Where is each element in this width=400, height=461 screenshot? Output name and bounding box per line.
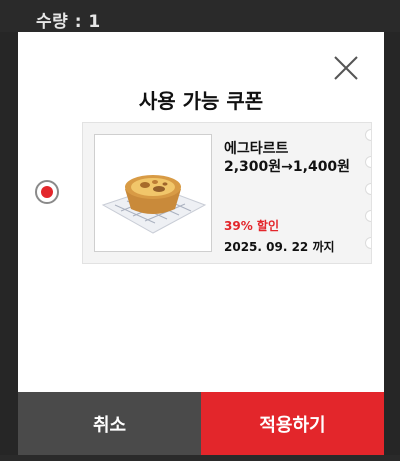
coupon-price: 2,300원→1,400원 [224,159,351,175]
overlay-edge-bottom [0,455,400,461]
coupon-discount: 39% 할인 [224,219,279,233]
coupon-modal: 사용 가능 쿠폰 에그타르트 2,300원→1,400원 39% 할인 2025… [18,32,384,455]
overlay-edge-right [384,32,400,461]
coupon-notch [365,129,371,141]
modal-title: 사용 가능 쿠폰 [138,89,264,113]
coupon-name: 에그타르트 [224,141,289,157]
coupon-notch [365,210,371,222]
radio-selected-dot [41,186,53,198]
apply-button[interactable]: 적용하기 [201,392,384,455]
quantity-label: 수량 : 1 [36,12,101,32]
cancel-button[interactable]: 취소 [18,392,201,455]
overlay-edge-left [0,32,18,461]
coupon-notch [365,156,371,168]
coupon-radio[interactable] [35,180,59,204]
coupon-notch [365,237,371,249]
coupon-notch [365,183,371,195]
coupon-expiry: 2025. 09. 22 까지 [224,240,335,254]
close-icon[interactable] [332,54,360,82]
coupon-card[interactable]: 에그타르트 2,300원→1,400원 39% 할인 2025. 09. 22 … [82,122,372,264]
egg-tart-image [94,134,212,252]
